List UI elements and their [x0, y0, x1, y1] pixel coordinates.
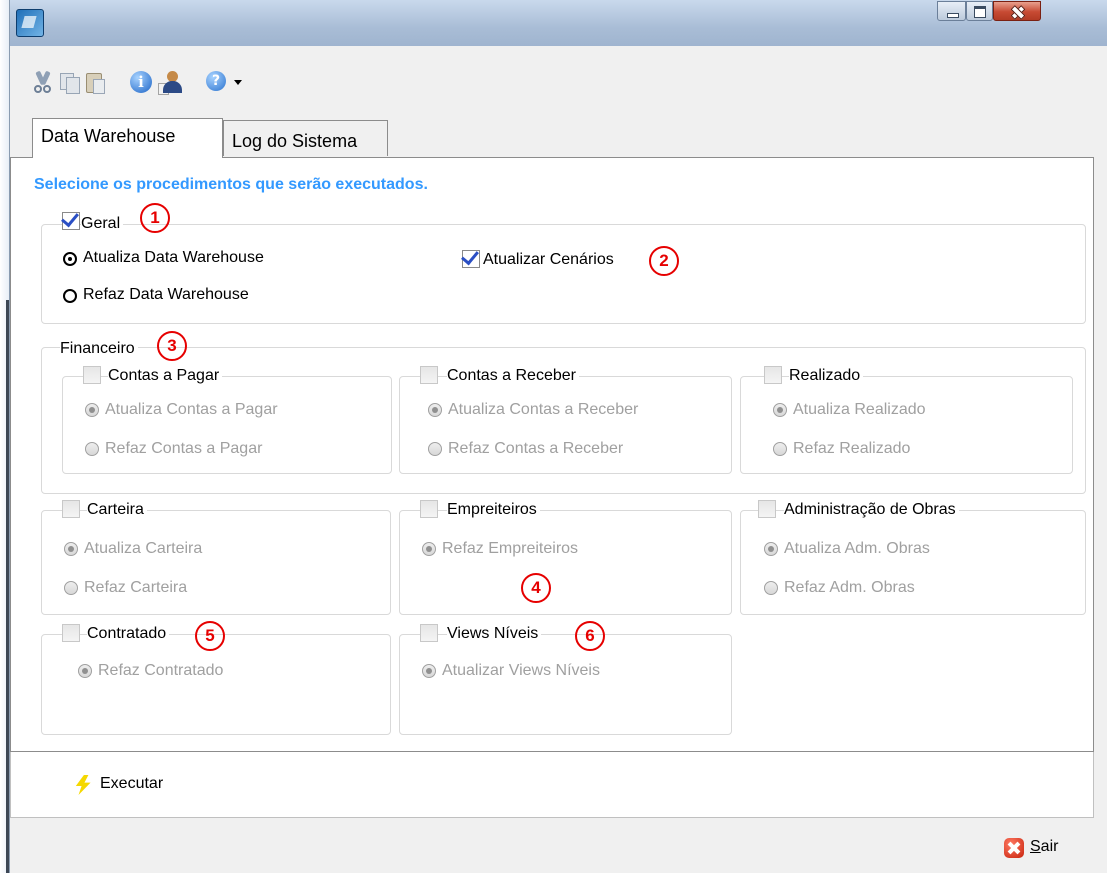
marker-3: 3	[157, 331, 187, 361]
app-icon[interactable]	[16, 9, 44, 37]
sair-label-rest: air	[1040, 838, 1059, 855]
marker-4: 4	[521, 573, 551, 603]
label-adm-obras: Administração de Obras	[784, 500, 959, 520]
checkbox-realizado[interactable]	[764, 366, 782, 384]
title-bar[interactable]	[10, 0, 1107, 46]
label-refaz-realizado: Refaz Realizado	[793, 440, 911, 457]
copy-icon[interactable]	[58, 71, 80, 94]
label-atualiza-contas-receber: Atualiza Contas a Receber	[448, 401, 639, 418]
radio-atualiza-data-warehouse[interactable]	[63, 252, 77, 266]
group-carteira	[41, 510, 391, 615]
label-refaz-adm-obras: Refaz Adm. Obras	[784, 579, 915, 596]
label-contas-pagar: Contas a Pagar	[108, 366, 223, 386]
radio-atualiza-contas-receber[interactable]	[428, 403, 442, 417]
radio-atualiza-realizado[interactable]	[773, 403, 787, 417]
group-geral	[41, 224, 1086, 324]
radio-refaz-adm-obras[interactable]	[764, 581, 778, 595]
sair-label: Sair	[1030, 838, 1058, 856]
label-atualizar-cenarios: Atualizar Cenários	[483, 251, 614, 268]
checkbox-carteira[interactable]	[62, 500, 80, 518]
radio-refaz-empreiteiros[interactable]	[422, 542, 436, 556]
label-atualiza-realizado: Atualiza Realizado	[793, 401, 926, 418]
radio-atualiza-adm-obras[interactable]	[764, 542, 778, 556]
executar-button[interactable]: Executar	[66, 770, 206, 800]
radio-refaz-contas-receber[interactable]	[428, 442, 442, 456]
marker-6: 6	[575, 621, 605, 651]
radio-atualizar-views-niveis[interactable]	[422, 664, 436, 678]
checkbox-empreiteiros[interactable]	[420, 500, 438, 518]
checkbox-contas-receber[interactable]	[420, 366, 438, 384]
label-geral: Geral	[81, 214, 124, 234]
label-atualizar-views-niveis: Atualizar Views Níveis	[442, 662, 600, 679]
radio-atualiza-carteira[interactable]	[64, 542, 78, 556]
window-left-edge	[0, 0, 9, 873]
marker-1: 1	[140, 203, 170, 233]
paste-icon[interactable]	[84, 71, 106, 94]
label-contas-receber: Contas a Receber	[447, 366, 579, 386]
label-carteira: Carteira	[87, 500, 147, 520]
checkbox-contratado[interactable]	[62, 624, 80, 642]
label-atualiza-data-warehouse: Atualiza Data Warehouse	[83, 249, 264, 266]
group-views-niveis	[399, 634, 732, 735]
minimize-button[interactable]	[937, 1, 966, 21]
chevron-down-icon[interactable]	[234, 80, 242, 85]
label-atualiza-carteira: Atualiza Carteira	[84, 540, 203, 557]
label-refaz-empreiteiros: Refaz Empreiteiros	[442, 540, 579, 557]
radio-refaz-contas-pagar[interactable]	[85, 442, 99, 456]
checkbox-geral[interactable]	[62, 212, 80, 230]
radio-refaz-contratado[interactable]	[78, 664, 92, 678]
radio-refaz-data-warehouse[interactable]	[63, 289, 77, 303]
group-realizado	[740, 376, 1073, 474]
instruction-text: Selecione os procedimentos que serão exe…	[34, 176, 428, 193]
group-empreiteiros	[399, 510, 732, 615]
label-views-niveis: Views Níveis	[447, 624, 542, 644]
label-refaz-carteira: Refaz Carteira	[84, 579, 188, 596]
main-window: Data Warehouse Log do Sistema Selecione …	[9, 0, 1107, 873]
label-atualiza-contas-pagar: Atualiza Contas a Pagar	[105, 401, 278, 418]
info-icon[interactable]	[130, 71, 152, 93]
radio-atualiza-contas-pagar[interactable]	[85, 403, 99, 417]
marker-2: 2	[649, 246, 679, 276]
label-refaz-contratado: Refaz Contratado	[98, 662, 224, 679]
label-atualiza-adm-obras: Atualiza Adm. Obras	[784, 540, 930, 557]
label-refaz-contas-receber: Refaz Contas a Receber	[448, 440, 624, 457]
label-contratado: Contratado	[87, 624, 170, 644]
marker-5: 5	[195, 621, 225, 651]
tab-data-warehouse[interactable]: Data Warehouse	[32, 118, 223, 158]
checkbox-contas-pagar[interactable]	[83, 366, 101, 384]
exit-icon	[1004, 838, 1024, 858]
executar-label: Executar	[100, 775, 164, 792]
group-contas-pagar	[62, 376, 392, 474]
checkbox-atualizar-cenarios[interactable]	[462, 250, 480, 268]
radio-refaz-realizado[interactable]	[773, 442, 787, 456]
group-adm-obras	[740, 510, 1086, 615]
toolbar	[10, 60, 1107, 100]
checkbox-views-niveis[interactable]	[420, 624, 438, 642]
group-contas-receber	[399, 376, 732, 474]
tab-log-do-sistema[interactable]: Log do Sistema	[223, 120, 388, 156]
sair-accesskey: S	[1030, 838, 1041, 855]
maximize-button[interactable]	[966, 1, 993, 21]
radio-refaz-carteira[interactable]	[64, 581, 78, 595]
label-refaz-data-warehouse: Refaz Data Warehouse	[83, 286, 249, 303]
label-financeiro: Financeiro	[60, 339, 138, 359]
lightning-bolt-icon	[74, 775, 92, 795]
help-icon[interactable]	[206, 71, 228, 93]
label-realizado: Realizado	[789, 366, 864, 386]
close-button[interactable]	[993, 1, 1041, 21]
label-refaz-contas-pagar: Refaz Contas a Pagar	[105, 440, 263, 457]
checkbox-adm-obras[interactable]	[758, 500, 776, 518]
cut-icon[interactable]	[32, 71, 54, 93]
user-icon[interactable]	[158, 71, 184, 95]
sair-button[interactable]: Sair	[1004, 835, 1084, 865]
label-empreiteiros: Empreiteiros	[447, 500, 540, 520]
